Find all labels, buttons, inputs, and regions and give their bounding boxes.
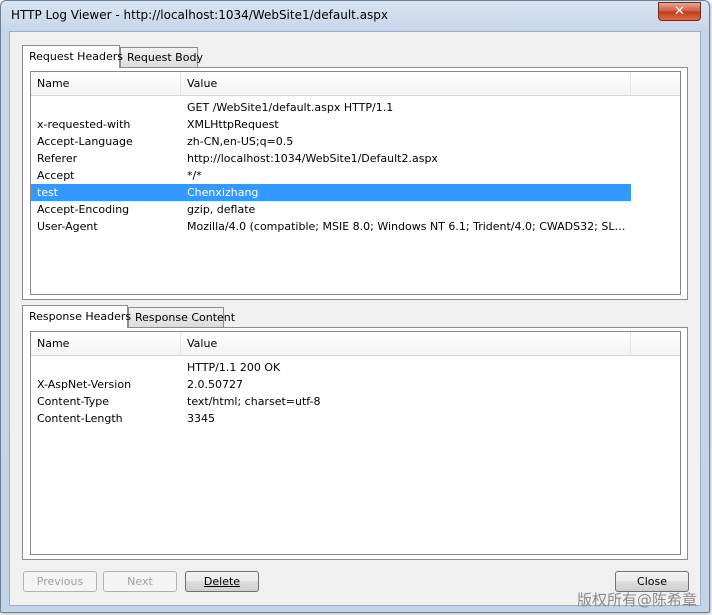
table-row[interactable]: Accept-Encoding gzip, deflate	[31, 201, 631, 218]
table-row[interactable]: x-requested-with XMLHttpRequest	[31, 116, 631, 133]
request-panel: Name Value GET /WebSite1/default.aspx HT…	[22, 67, 688, 300]
tab-request-headers[interactable]: Request Headers	[22, 45, 123, 68]
row-name: Content-Type	[37, 395, 109, 408]
title-bar[interactable]: HTTP Log Viewer - http://localhost:1034/…	[1, 1, 709, 31]
response-panel: Name Value HTTP/1.1 200 OK X-AspNet-Versi…	[22, 327, 688, 560]
row-name: Accept	[37, 169, 75, 182]
table-row[interactable]: Referer http://localhost:1034/WebSite1/De…	[31, 150, 631, 167]
table-row[interactable]: Accept */*	[31, 167, 631, 184]
window-close-icon[interactable]: ✕	[658, 2, 701, 21]
row-name: User-Agent	[37, 220, 98, 233]
column-header-name[interactable]: Name	[31, 72, 181, 95]
row-value: text/html; charset=utf-8	[187, 395, 321, 408]
table-row[interactable]: Content-Type text/html; charset=utf-8	[31, 393, 631, 410]
table-row[interactable]: GET /WebSite1/default.aspx HTTP/1.1	[31, 99, 631, 116]
row-value: */*	[187, 169, 202, 182]
row-name: Accept-Language	[37, 135, 133, 148]
table-row[interactable]: X-AspNet-Version 2.0.50727	[31, 376, 631, 393]
response-tabstrip: Response Headers Response Content	[22, 305, 322, 328]
app-window: HTTP Log Viewer - http://localhost:1034/…	[0, 0, 710, 613]
column-header-value[interactable]: Value	[181, 332, 631, 355]
row-name: Referer	[37, 152, 78, 165]
previous-button[interactable]: Previous	[23, 571, 97, 592]
request-headers-list[interactable]: Name Value GET /WebSite1/default.aspx HT…	[30, 71, 681, 295]
row-name: Content-Length	[37, 412, 123, 425]
tab-response-headers[interactable]: Response Headers	[22, 305, 131, 328]
row-value: zh-CN,en-US;q=0.5	[187, 135, 294, 148]
row-value: gzip, deflate	[187, 203, 256, 216]
row-value: http://localhost:1034/WebSite1/Default2.…	[187, 152, 438, 165]
client-area: Request Headers Request Body Name Value …	[9, 31, 701, 606]
window-title: HTTP Log Viewer - http://localhost:1034/…	[11, 8, 389, 22]
delete-button-label: Delete	[203, 575, 241, 588]
row-value: 3345	[187, 412, 215, 425]
row-value: GET /WebSite1/default.aspx HTTP/1.1	[187, 101, 394, 114]
row-value: Chenxizhang	[187, 186, 259, 199]
request-tabstrip: Request Headers Request Body	[22, 45, 322, 68]
table-row[interactable]: HTTP/1.1 200 OK	[31, 359, 631, 376]
column-header-value[interactable]: Value	[181, 72, 631, 95]
table-row[interactable]: Accept-Language zh-CN,en-US;q=0.5	[31, 133, 631, 150]
row-value: HTTP/1.1 200 OK	[187, 361, 281, 374]
next-button[interactable]: Next	[103, 571, 177, 592]
column-header-name[interactable]: Name	[31, 332, 181, 355]
response-headers-list[interactable]: Name Value HTTP/1.1 200 OK X-AspNet-Versi…	[30, 331, 681, 555]
tab-request-body[interactable]: Request Body	[120, 47, 203, 67]
delete-button[interactable]: Delete	[185, 571, 259, 592]
tab-response-content[interactable]: Response Content	[128, 307, 235, 327]
row-name: X-AspNet-Version	[37, 378, 132, 391]
row-name: test	[37, 186, 59, 199]
row-value: 2.0.50727	[187, 378, 243, 391]
watermark: 版权所有@陈希章	[576, 591, 697, 609]
row-value: Mozilla/4.0 (compatible; MSIE 8.0; Windo…	[187, 220, 631, 233]
response-list-header: Name Value	[31, 332, 680, 356]
row-value: XMLHttpRequest	[187, 118, 279, 131]
table-row[interactable]: Content-Length 3345	[31, 410, 631, 427]
table-row[interactable]: User-Agent Mozilla/4.0 (compatible; MSIE …	[31, 218, 631, 235]
row-name: Accept-Encoding	[37, 203, 130, 216]
request-list-header: Name Value	[31, 72, 680, 96]
table-row[interactable]: test Chenxizhang	[31, 184, 631, 201]
row-name: x-requested-with	[37, 118, 131, 131]
